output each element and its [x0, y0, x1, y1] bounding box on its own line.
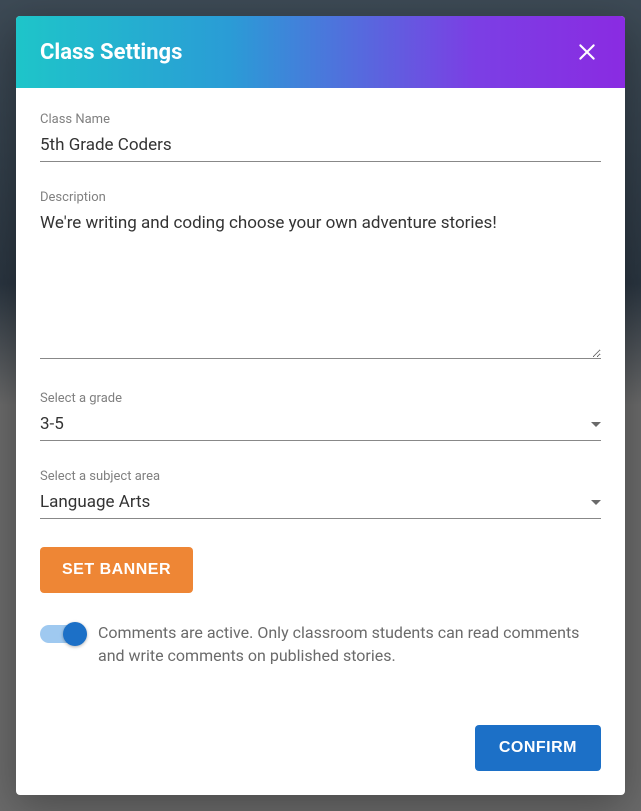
- grade-label: Select a grade: [40, 391, 601, 406]
- set-banner-button[interactable]: SET BANNER: [40, 547, 193, 593]
- modal-body: Class Name Description Select a grade 3-…: [16, 88, 625, 725]
- description-field: Description: [40, 190, 601, 363]
- modal-title: Class Settings: [40, 40, 182, 65]
- class-name-field: Class Name: [40, 112, 601, 162]
- close-icon: [577, 42, 597, 62]
- comments-toggle-row: Comments are active. Only classroom stud…: [40, 621, 601, 667]
- subject-field: Select a subject area Language Arts: [40, 469, 601, 519]
- modal-footer: CONFIRM: [16, 725, 625, 795]
- close-button[interactable]: [573, 38, 601, 66]
- comments-toggle[interactable]: [40, 625, 84, 643]
- chevron-down-icon: [591, 500, 601, 505]
- chevron-down-icon: [591, 422, 601, 427]
- grade-field: Select a grade 3-5: [40, 391, 601, 441]
- class-settings-modal: Class Settings Class Name Description Se…: [16, 16, 625, 795]
- description-input[interactable]: [40, 209, 601, 359]
- subject-select[interactable]: Language Arts: [40, 488, 601, 519]
- grade-value: 3-5: [40, 414, 64, 434]
- class-name-input[interactable]: [40, 131, 601, 162]
- description-label: Description: [40, 190, 601, 205]
- grade-select[interactable]: 3-5: [40, 410, 601, 441]
- subject-label: Select a subject area: [40, 469, 601, 484]
- class-name-label: Class Name: [40, 112, 601, 127]
- toggle-knob: [63, 622, 87, 646]
- comments-toggle-text: Comments are active. Only classroom stud…: [98, 621, 601, 667]
- subject-value: Language Arts: [40, 492, 150, 512]
- confirm-button[interactable]: CONFIRM: [475, 725, 601, 771]
- modal-header: Class Settings: [16, 16, 625, 88]
